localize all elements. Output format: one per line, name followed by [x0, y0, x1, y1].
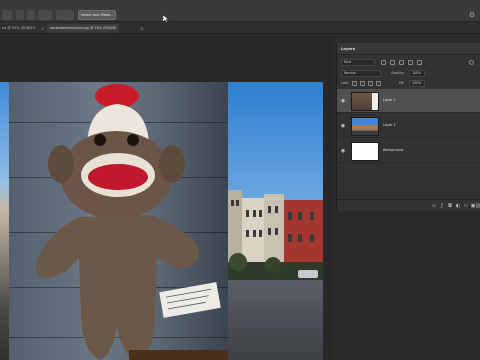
tab-close-icon[interactable]: ×: [140, 24, 143, 33]
options-bar: Select and Mask... ⚙: [0, 0, 480, 23]
layer-thumbnail: [351, 142, 379, 161]
layers-panel-title[interactable]: Layers: [341, 45, 355, 53]
visibility-eye-icon[interactable]: ◉: [340, 148, 346, 154]
lock-pixels-icon[interactable]: [352, 81, 357, 86]
filter-toggle-icon[interactable]: [469, 60, 474, 65]
adjustment-filter-icon[interactable]: [390, 60, 395, 65]
photoshop-window: Select and Mask... ⚙ ng @ 25% (RGB/8*) ×…: [0, 0, 480, 360]
trash-icon[interactable]: ▥: [475, 203, 480, 209]
fill-label: Fill:: [399, 81, 405, 85]
lock-artboard-icon[interactable]: [368, 81, 373, 86]
new-selection-toggle[interactable]: [16, 10, 24, 20]
tool-preset-picker[interactable]: [2, 10, 12, 20]
document-canvas[interactable]: [0, 82, 323, 360]
layer-filter-row: Kind: [341, 59, 477, 67]
layer-thumbnail: [351, 117, 379, 136]
layers-panel-footer: ∞ ƒ ◘ ◐ ▭ ▣ ▥: [337, 199, 480, 211]
row-houses-image: [228, 190, 323, 285]
canvas-workspace[interactable]: [0, 35, 334, 360]
layer-name[interactable]: Layer 1: [383, 122, 396, 129]
lock-row: Lock: Fill: 100%: [341, 80, 477, 88]
tab-document-1[interactable]: ng @ 25% (RGB/8*): [2, 24, 35, 33]
document-tab-bar: ng @ 25% (RGB/8*) × sockmonkeyfactory.jp…: [0, 22, 480, 34]
tab-close-icon[interactable]: ×: [41, 24, 44, 33]
layer-kind-filter[interactable]: Kind: [341, 59, 375, 66]
feather-field[interactable]: [38, 10, 52, 20]
link-icon[interactable]: ∞: [431, 203, 437, 209]
fill-field[interactable]: 100%: [409, 80, 425, 87]
layer-thumbnail: [351, 92, 379, 111]
blend-row: Normal Opacity: 100%: [341, 70, 477, 78]
folder-icon[interactable]: ▭: [463, 203, 469, 209]
blend-mode-select[interactable]: Normal: [341, 70, 381, 77]
lock-label: Lock:: [341, 81, 350, 85]
fx-icon[interactable]: ƒ: [439, 203, 445, 209]
lock-all-icon[interactable]: [376, 81, 381, 86]
visibility-eye-icon[interactable]: ◉: [340, 123, 346, 129]
sock-monkey-image: [35, 84, 228, 360]
type-filter-icon[interactable]: [399, 60, 404, 65]
opacity-field[interactable]: 100%: [409, 70, 425, 77]
lock-position-icon[interactable]: [360, 81, 365, 86]
anti-alias-toggle[interactable]: [56, 10, 74, 20]
adjustment-icon[interactable]: ◐: [455, 203, 461, 209]
layer-row-layer-2[interactable]: ◉ Layer 2: [337, 89, 480, 113]
layers-panel: Layers Kind Normal Opacity: 100% Lock: F…: [336, 43, 480, 211]
layer-row-background[interactable]: ◉ Background: [337, 139, 480, 163]
background-image-edge: [0, 82, 9, 360]
gear-icon[interactable]: ⚙: [468, 11, 476, 19]
mask-icon[interactable]: ◘: [447, 203, 453, 209]
opacity-label: Opacity:: [391, 71, 405, 75]
layer-name[interactable]: Layer 2: [383, 97, 396, 104]
visibility-eye-icon[interactable]: ◉: [340, 98, 346, 104]
select-and-mask-button[interactable]: Select and Mask...: [78, 10, 116, 20]
shape-filter-icon[interactable]: [408, 60, 413, 65]
smart-object-filter-icon[interactable]: [417, 60, 422, 65]
pixel-filter-icon[interactable]: [381, 60, 386, 65]
empty-panel-area: [336, 212, 480, 360]
layers-panel-header: Layers: [337, 43, 480, 55]
layer-row-layer-1[interactable]: ◉ Layer 1: [337, 114, 480, 138]
add-to-selection-toggle[interactable]: [27, 10, 35, 20]
street-image: [228, 280, 323, 360]
tab-document-2[interactable]: sockmonkeyfactory.jpg @ 25% (RGB/8): [47, 24, 120, 33]
layer-name[interactable]: Background: [383, 147, 403, 154]
